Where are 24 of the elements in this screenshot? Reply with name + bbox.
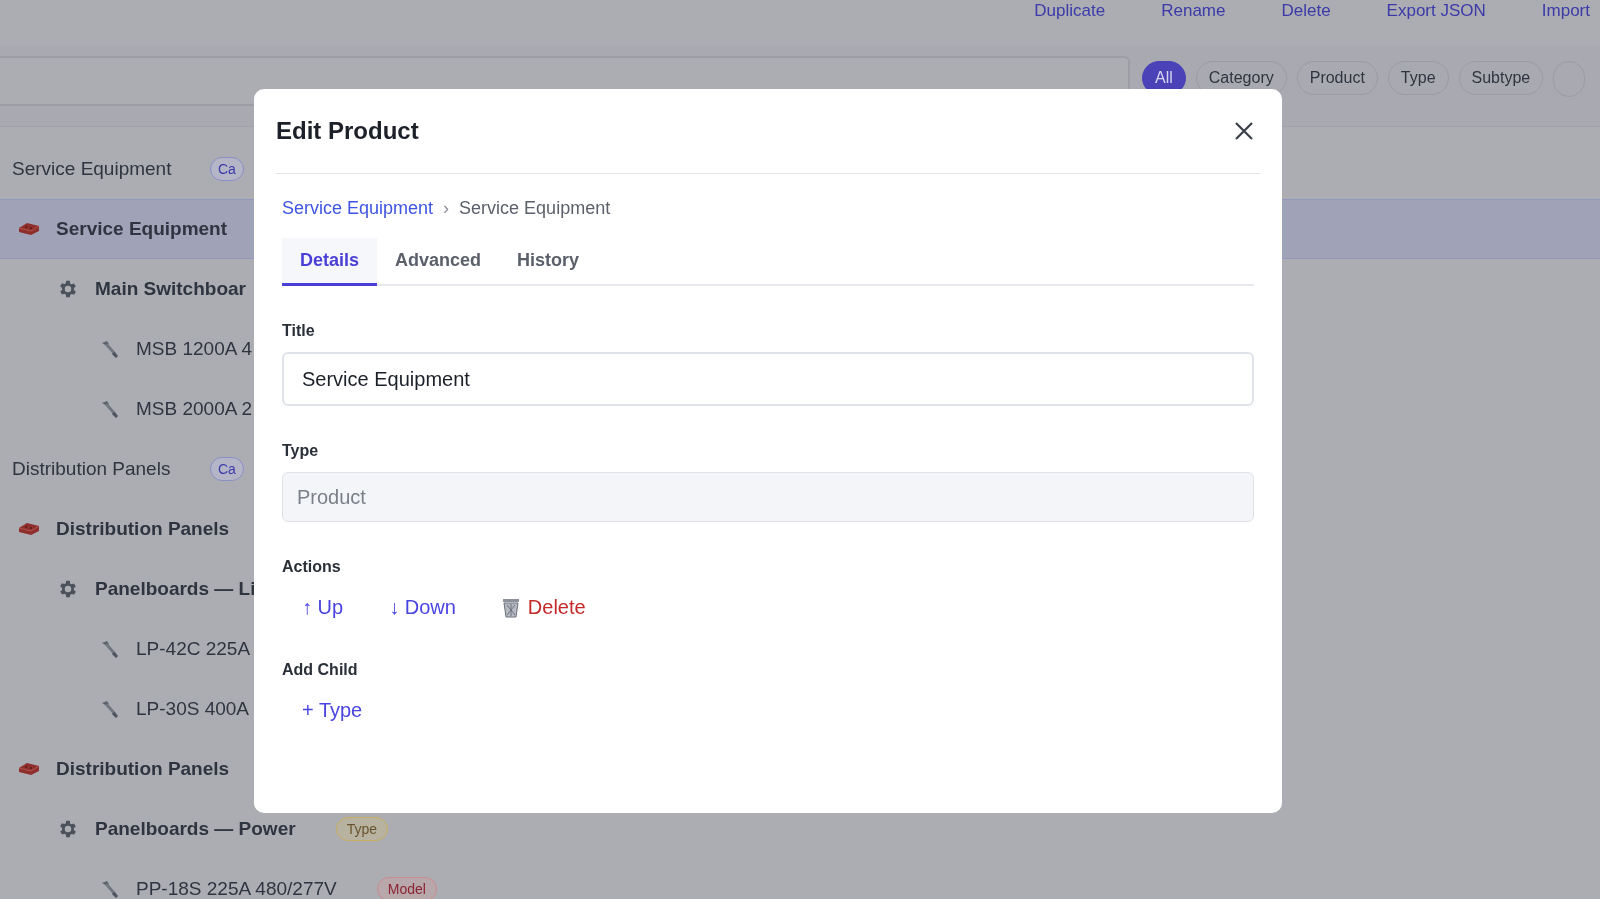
section-label: Add Child bbox=[282, 661, 359, 679]
row-label: MSB 1200A 4 bbox=[136, 338, 253, 360]
breadcrumb-item: › bbox=[443, 197, 450, 219]
dialog-title: Edit Product bbox=[276, 117, 419, 145]
row-label: PP-18S 225A 480/277V bbox=[136, 878, 337, 899]
section-heading: Distribution Panels bbox=[12, 458, 172, 480]
row-label: MSB 2000A 2 bbox=[136, 398, 253, 420]
section-heading: Service Equipment bbox=[12, 158, 173, 180]
kind-tag: Ca bbox=[210, 157, 244, 181]
field-label: Title bbox=[282, 322, 316, 340]
row-label: Panelboards — Power bbox=[95, 818, 296, 840]
breadcrumb-item: Service Equipment bbox=[459, 197, 611, 219]
row-label: Distribution Panels bbox=[56, 518, 230, 540]
row-label: LP-30S 400A bbox=[136, 698, 250, 720]
row-label: Service Equipment bbox=[56, 218, 228, 240]
row-label: LP-42C 225A bbox=[136, 638, 251, 660]
row-label: Distribution Panels bbox=[56, 758, 230, 780]
row-label: Panelboards — Li bbox=[95, 578, 256, 600]
section-label: Actions bbox=[282, 558, 342, 576]
row-label: Main Switchboar bbox=[95, 278, 246, 300]
kind-tag: Model bbox=[376, 877, 437, 899]
field-label: Type bbox=[282, 442, 320, 460]
kind-tag: Ca bbox=[210, 457, 244, 481]
kind-tag: Type bbox=[335, 817, 388, 841]
